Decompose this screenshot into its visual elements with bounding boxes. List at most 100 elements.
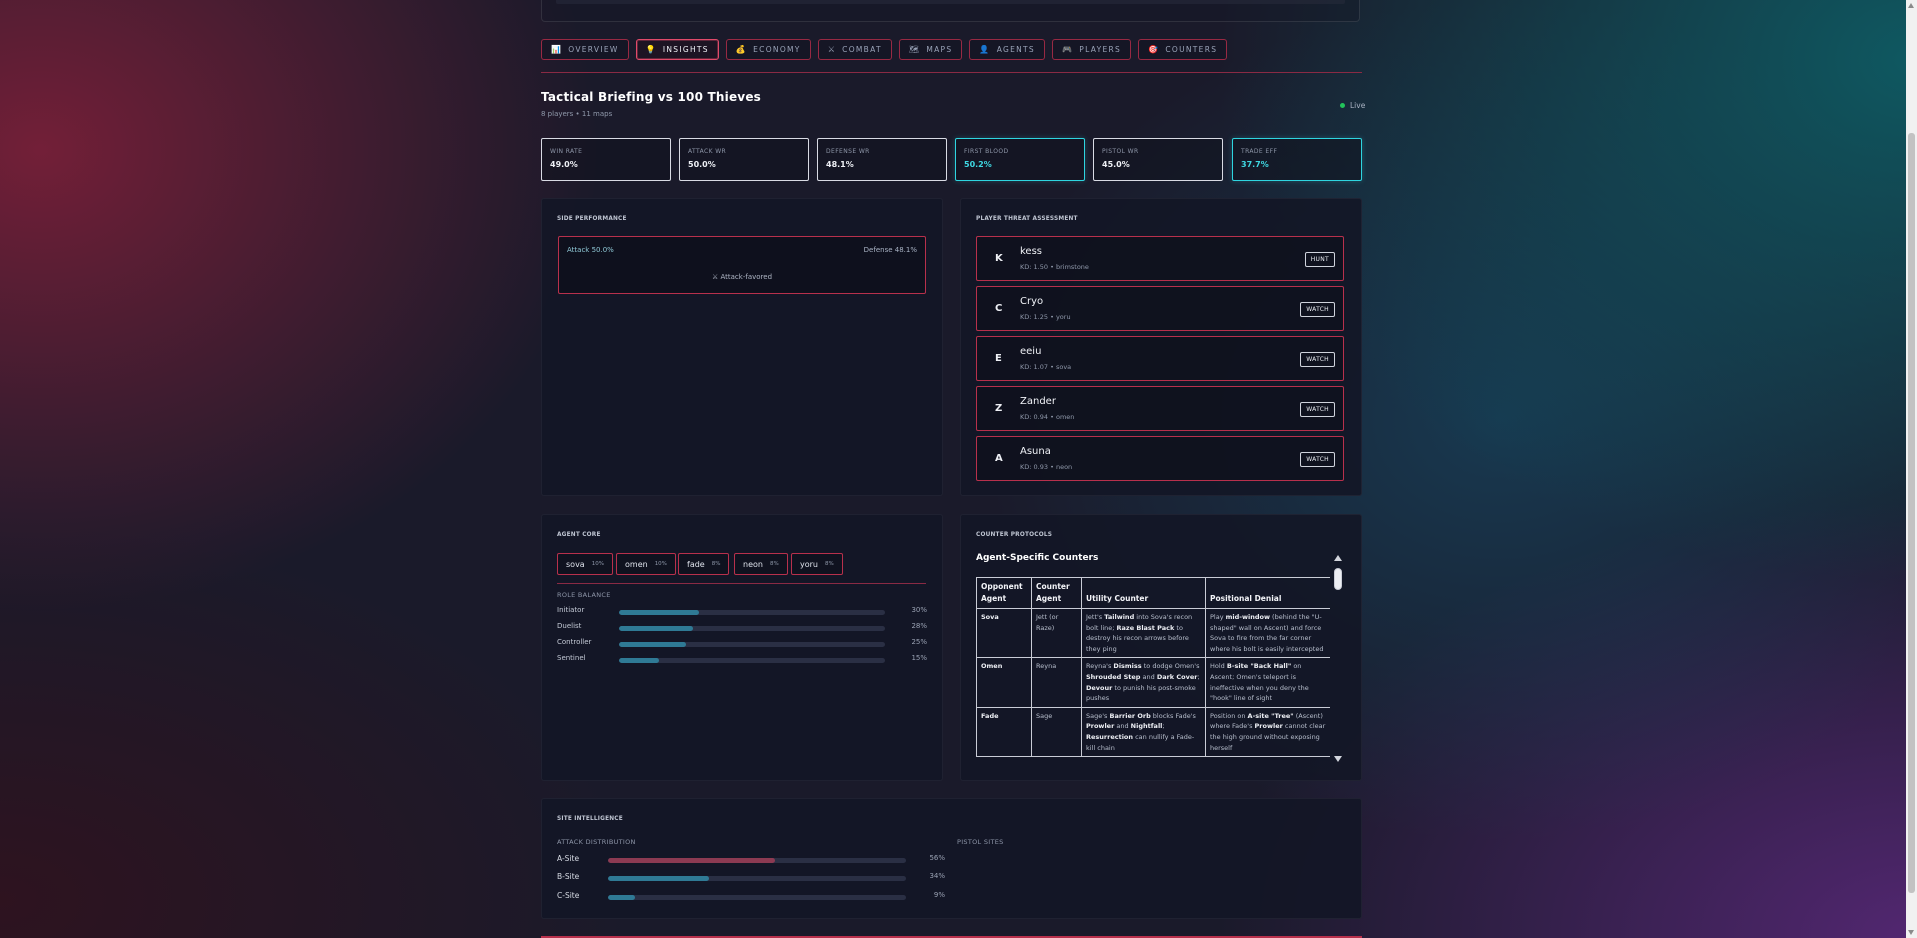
utility-cell: Reyna's Dismiss to dodge Omen's Shrouded… — [1081, 657, 1206, 708]
agent-name: yoru — [800, 559, 818, 569]
role-bar-track — [619, 658, 885, 663]
role-bar-fill — [619, 610, 699, 615]
site-name: C-Site — [557, 891, 580, 900]
stat-value: 50.2% — [964, 160, 992, 169]
live-dot-icon — [1340, 103, 1345, 108]
counter-table-scroll[interactable]: Opponent Agent Counter Agent Utility Cou… — [976, 577, 1330, 767]
agent-pct: 10% — [591, 561, 604, 567]
page-title: Tactical Briefing vs 100 Thieves — [541, 90, 762, 104]
tab-label: MAPS — [926, 45, 953, 54]
role-name: Duelist — [557, 622, 582, 630]
role-pct: 25% — [911, 638, 927, 646]
counter-protocols-title: COUNTER PROTOCOLS — [976, 532, 1053, 538]
person-icon: 👤 — [979, 44, 991, 54]
tab-maps[interactable]: 🗺 MAPS — [898, 39, 963, 60]
tab-players[interactable]: 🎮 PLAYERS — [1052, 39, 1132, 60]
tab-combat[interactable]: ⚔ COMBAT — [817, 39, 892, 60]
tab-label: PLAYERS — [1079, 45, 1122, 54]
tab-economy[interactable]: 💰 ECONOMY — [725, 39, 811, 60]
agent-pct: 10% — [654, 561, 667, 567]
live-indicator: Live — [1340, 101, 1365, 110]
top-summary-card — [541, 0, 1360, 22]
tab-insights[interactable]: 💡 INSIGHTS — [635, 39, 719, 60]
agent-chip[interactable]: neon 8% — [734, 553, 788, 575]
crossed-swords-icon: ⚔ — [827, 44, 837, 54]
tab-counters[interactable]: 🎯 COUNTERS — [1138, 39, 1228, 60]
role-bar-track — [619, 642, 885, 647]
tab-label: AGENTS — [996, 45, 1035, 54]
agent-chip[interactable]: omen 10% — [616, 553, 676, 575]
attack-rate: Attack 50.0% — [567, 246, 614, 254]
threat-tag: HUNT — [1304, 252, 1335, 267]
player-initial: Z — [995, 403, 1003, 414]
player-name: kess — [1020, 246, 1043, 257]
opponent-cell: Omen — [976, 657, 1032, 708]
role-row: Controller 25% — [557, 638, 927, 650]
opponent-cell: Sova — [976, 607, 1032, 659]
scrollbar-thumb[interactable] — [1908, 133, 1915, 893]
counter-table-scrollbar[interactable] — [1333, 553, 1343, 764]
stat-value: 37.7% — [1241, 160, 1269, 169]
tab-overview[interactable]: 📊 OVERVIEW — [541, 39, 629, 60]
tab-label: INSIGHTS — [662, 45, 709, 54]
role-pct: 30% — [911, 606, 927, 614]
tab-agents[interactable]: 👤 AGENTS — [969, 39, 1045, 60]
side-performance-title: SIDE PERFORMANCE — [557, 216, 627, 222]
scroll-up-arrow-icon[interactable] — [1908, 3, 1914, 8]
defense-rate: Defense 48.1% — [863, 246, 917, 254]
site-pct: 56% — [929, 854, 945, 862]
threat-card[interactable]: C Cryo KD: 1.25 • yoru WATCH — [976, 286, 1344, 331]
positional-cell: Play mid-window (behind the "U-shaped" w… — [1205, 607, 1330, 659]
counter-table: Opponent Agent Counter Agent Utility Cou… — [976, 577, 1330, 758]
scroll-up-arrow-icon[interactable] — [1334, 555, 1342, 561]
tab-label: COUNTERS — [1165, 45, 1218, 54]
stat-label: WIN RATE — [550, 148, 583, 155]
stat-label: DEFENSE WR — [826, 148, 870, 155]
threat-card[interactable]: A Asuna KD: 0.93 • neon WATCH — [976, 436, 1344, 481]
agent-name: fade — [687, 559, 705, 569]
gamepad-icon: 🎮 — [1062, 44, 1074, 54]
stat-label: ATTACK WR — [688, 148, 727, 155]
scroll-down-arrow-icon[interactable] — [1908, 930, 1914, 935]
site-row: A-Site 56% — [557, 854, 945, 866]
tab-label: ECONOMY — [753, 45, 801, 54]
scroll-down-arrow-icon[interactable] — [1334, 756, 1342, 762]
site-row: C-Site 9% — [557, 891, 945, 903]
player-name: Zander — [1020, 396, 1056, 407]
agent-pct: 8% — [769, 561, 779, 567]
scrollbar-thumb[interactable] — [1334, 568, 1342, 590]
table-row: Sova Jett (or Raze) Jett's Tailwind into… — [976, 607, 1330, 659]
threat-card[interactable]: K kess KD: 1.50 • brimstone HUNT — [976, 236, 1344, 281]
site-bar-track — [608, 858, 906, 863]
site-bar-track — [608, 895, 906, 900]
agent-chip[interactable]: yoru 8% — [791, 553, 843, 575]
role-bar-track — [619, 610, 885, 615]
site-name: A-Site — [557, 854, 580, 863]
role-name: Controller — [557, 638, 592, 646]
threat-card[interactable]: E eeiu KD: 1.07 • sova WATCH — [976, 336, 1344, 381]
role-bar-track — [619, 626, 885, 631]
role-row: Duelist 28% — [557, 622, 927, 634]
counter-cell: Sage — [1031, 706, 1082, 758]
counter-cell: Reyna — [1031, 657, 1082, 708]
side-performance-box: Attack 50.0% Defense 48.1% ⚔ Attack-favo… — [558, 236, 926, 294]
stat-card-defense-wr: DEFENSE WR 48.1% — [817, 138, 947, 181]
agent-pct: 8% — [825, 561, 834, 567]
agent-chip[interactable]: sova 10% — [557, 553, 613, 575]
table-row: Fade Sage Sage's Barrier Orb blocks Fade… — [976, 706, 1330, 758]
agent-pct: 8% — [711, 561, 721, 567]
nav-tabs: 📊 OVERVIEW 💡 INSIGHTS 💰 ECONOMY ⚔ COMBAT 🗺 MA… — [541, 39, 1371, 61]
role-row: Sentinel 15% — [557, 654, 927, 666]
threat-card[interactable]: Z Zander KD: 0.94 • omen WATCH — [976, 386, 1344, 431]
agent-chip[interactable]: fade 8% — [678, 553, 730, 575]
counter-table-title: Agent-Specific Counters — [976, 553, 1099, 563]
table-header-row: Opponent Agent Counter Agent Utility Cou… — [976, 577, 1330, 609]
page-subtitle: 8 players • 11 maps — [541, 110, 613, 118]
player-kd: KD: 0.94 • omen — [1020, 413, 1075, 421]
site-intelligence-title: SITE INTELLIGENCE — [557, 816, 623, 822]
stat-card-win-rate: WIN RATE 49.0% — [541, 138, 671, 181]
agent-divider — [557, 583, 926, 584]
counter-cell: Jett (or Raze) — [1031, 607, 1082, 659]
page-scrollbar[interactable] — [1906, 0, 1917, 938]
utility-cell: Jett's Tailwind into Sova's recon bolt l… — [1081, 607, 1206, 659]
